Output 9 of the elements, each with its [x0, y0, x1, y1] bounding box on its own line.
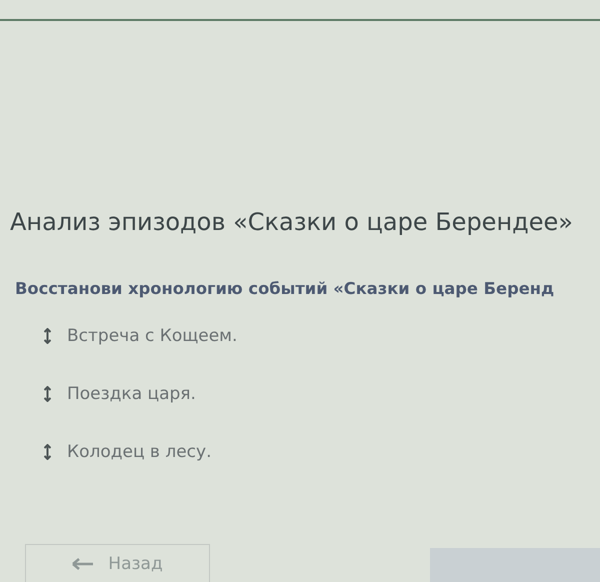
drag-handle-icon[interactable]: [44, 328, 51, 344]
drag-handle-icon[interactable]: [44, 444, 51, 460]
arrow-left-icon: [72, 558, 94, 570]
event-item[interactable]: Поездка царя.: [67, 384, 196, 404]
question-text: Восстанови хронологию событий «Сказки о царе Беренд: [15, 279, 556, 298]
event-item[interactable]: Встреча с Кощеем.: [67, 326, 238, 346]
drag-handle-icon[interactable]: [44, 386, 51, 402]
page-title: Анализ эпизодов «Сказки о царе Берендее»: [10, 208, 574, 236]
event-item[interactable]: Колодец в лесу.: [67, 442, 212, 462]
